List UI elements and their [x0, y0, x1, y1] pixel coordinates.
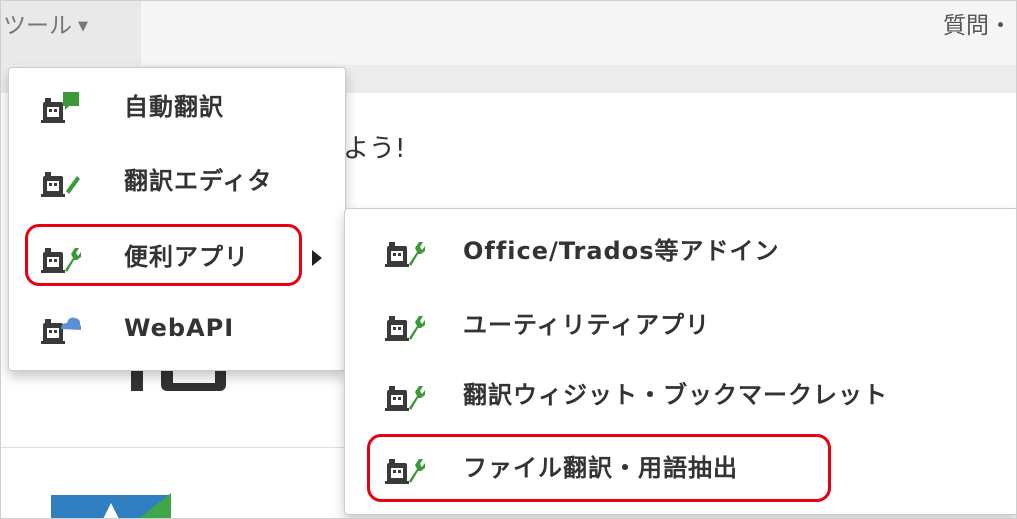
robot-wrench-icon [385, 386, 425, 411]
robot-wrench-icon [385, 242, 425, 267]
menu-item-label: 自動翻訳 [124, 93, 224, 121]
menu-item-auto-translate[interactable]: 自動翻訳 [9, 79, 345, 135]
submenu-item-office-addin[interactable]: Office/Trados等アドイン [345, 223, 1016, 279]
page-heading: よう! [343, 134, 406, 164]
submenu-item-label: Office/Trados等アドイン [463, 237, 780, 265]
submenu-item-label: 翻訳ウィジット・ブックマークレット [463, 381, 888, 409]
robot-check-icon [41, 172, 80, 197]
robot-chat-icon [41, 92, 79, 123]
menu-item-webapi[interactable]: WebAPI [9, 300, 345, 356]
submenu-arrow-icon [312, 250, 322, 266]
nav-tool-label: ツール [3, 13, 72, 39]
highlight-file-translation [367, 434, 831, 502]
robot-wrench-icon [385, 316, 425, 341]
highlight-useful-apps [25, 224, 302, 286]
submenu-item-widget-bookmarklet[interactable]: 翻訳ウィジット・ブックマークレット [345, 367, 1016, 423]
tool-dropdown-menu: 自動翻訳 翻訳エディタ 便利アプリ WebAPI [8, 67, 346, 371]
background-app-icon [51, 493, 171, 518]
nav-question-link[interactable]: 質問・ [943, 1, 1016, 51]
caret-down-icon: ▼ [78, 19, 88, 34]
menu-item-translation-editor[interactable]: 翻訳エディタ [9, 153, 345, 209]
navbar: ツール ▼ 質問・ [1, 1, 1016, 65]
nav-tool-dropdown[interactable]: ツール ▼ [1, 1, 141, 65]
menu-item-label: WebAPI [124, 314, 235, 342]
menu-item-label: 翻訳エディタ [124, 167, 273, 195]
submenu-item-label: ユーティリティアプリ [463, 311, 711, 339]
robot-cloud-icon [41, 317, 81, 344]
submenu-item-utility-apps[interactable]: ユーティリティアプリ [345, 297, 1016, 353]
app-frame: ツール ▼ 質問・ よう! 自動翻訳 翻訳エディタ 便利アプリ WebAPI O… [0, 0, 1017, 519]
